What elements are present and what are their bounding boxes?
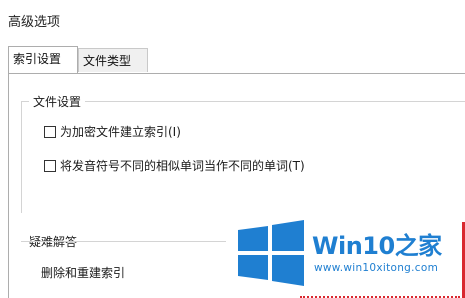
watermark-brand-name: Win10 <box>312 232 395 260</box>
encrypted-files-label: 为加密文件建立索引(I) <box>60 125 181 139</box>
tab-file-types[interactable]: 文件类型 <box>78 48 148 72</box>
encrypted-files-option[interactable]: 为加密文件建立索引(I) <box>44 123 181 140</box>
file-settings-label: 文件设置 <box>29 93 86 110</box>
watermark-url: www.win10xitong.com <box>314 262 439 274</box>
windows-logo-icon <box>238 220 304 286</box>
encrypted-files-checkbox[interactable] <box>44 125 56 138</box>
diacritics-checkbox[interactable] <box>44 159 56 172</box>
window-title: 高级选项 <box>8 15 61 30</box>
troubleshooting-divider <box>21 241 226 243</box>
red-dotted-border <box>300 293 460 298</box>
title-bar: 高级选项 <box>0 0 465 38</box>
watermark: Win10之家 www.win10xitong.com <box>236 220 461 290</box>
tab-index-settings[interactable]: 索引设置 <box>8 46 78 73</box>
watermark-brand: Win10之家 <box>312 226 442 261</box>
diacritics-option[interactable]: 将发音符号不同的相似单词当作不同的单词(T) <box>44 157 305 174</box>
watermark-brand-suffix: 之家 <box>394 232 443 260</box>
rebuild-index-text: 删除和重建索引 <box>41 266 126 280</box>
diacritics-label: 将发音符号不同的相似单词当作不同的单词(T) <box>60 159 305 173</box>
